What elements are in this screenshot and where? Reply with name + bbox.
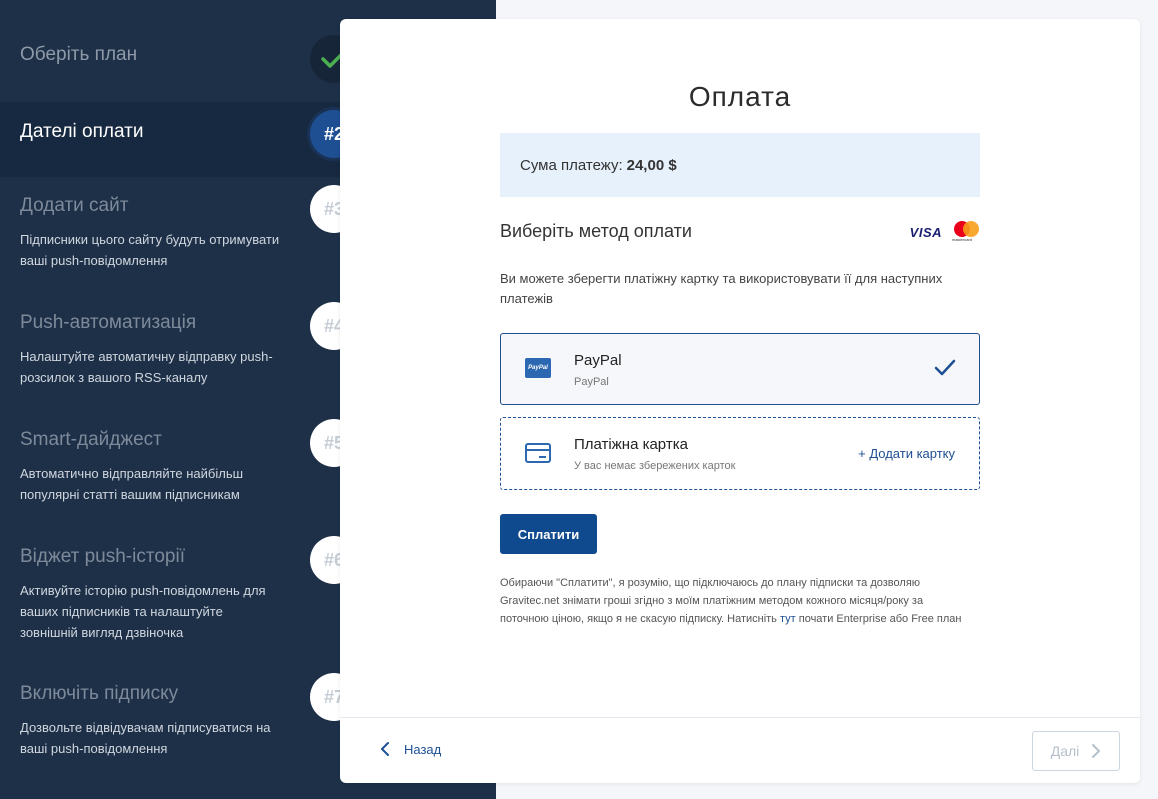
- back-button[interactable]: Назад: [380, 741, 441, 757]
- card-footer: Назад Далі: [340, 717, 1140, 783]
- sidebar-step-payment-details[interactable]: Дателі оплати: [0, 102, 340, 177]
- step-description: Підписники цього сайту будуть отримувати…: [20, 232, 280, 268]
- back-label: Назад: [404, 741, 442, 757]
- step-title: Додати сайт: [20, 195, 129, 216]
- payment-method-header: Виберіть метод оплати VISA mastercard: [500, 221, 980, 245]
- chevron-left-icon: [381, 742, 389, 756]
- payment-method-title: Виберіть метод оплати: [500, 221, 692, 241]
- amount-value: 24,00 $: [626, 156, 677, 174]
- next-label: Далі: [1050, 743, 1080, 759]
- payment-option-card[interactable]: Платіжна картка У вас немає збережених к…: [500, 417, 980, 490]
- next-button[interactable]: Далі: [1032, 731, 1120, 771]
- sidebar-step-push-automation[interactable]: Push-автоматизація Налаштуйте автоматичн…: [0, 294, 340, 411]
- mastercard-logo-icon: mastercard: [952, 221, 980, 243]
- sidebar-step-push-history-widget[interactable]: Віджет push-історії Активуйте історію pu…: [0, 528, 340, 665]
- step-description: Активуйте історію push-повідомлень для в…: [20, 583, 266, 640]
- add-card-link[interactable]: + Додати картку: [858, 446, 955, 461]
- option-subtitle: PayPal: [574, 376, 609, 388]
- step-title: Дателі оплати: [20, 121, 144, 142]
- step-title: Push-автоматизація: [20, 312, 197, 333]
- visa-logo-icon: VISA: [909, 224, 942, 240]
- option-name: PayPal: [574, 352, 622, 369]
- terms-link[interactable]: тут: [780, 613, 796, 625]
- step-title: Оберіть план: [20, 44, 138, 65]
- payment-amount-box: Сума платежу: 24,00 $: [500, 133, 980, 197]
- paypal-icon: PayPal: [525, 358, 551, 378]
- step-description: Дозвольте відвідувачам підписуватися на …: [20, 720, 271, 756]
- page-title: Оплата: [688, 81, 792, 112]
- chevron-right-icon: [1092, 744, 1101, 758]
- mastercard-logo-text: mastercard: [952, 237, 973, 242]
- credit-card-icon: [525, 443, 551, 463]
- step-title: Smart-дайджест: [20, 429, 162, 450]
- pay-button[interactable]: Сплатити: [500, 514, 597, 554]
- step-title: Включіть підписку: [20, 683, 179, 704]
- option-name: Платіжна картка: [574, 436, 688, 453]
- card-logos: VISA mastercard: [910, 221, 980, 243]
- sidebar-step-enable-subscription[interactable]: Включіть підписку Дозвольте відвідувачам…: [0, 665, 340, 782]
- option-subtitle: У вас немає збережених карток: [574, 460, 736, 472]
- selected-check-icon: [934, 359, 956, 376]
- step-title: Віджет push-історії: [20, 546, 185, 567]
- sidebar-step-choose-plan[interactable]: Оберіть план: [0, 0, 340, 102]
- step-description: Налаштуйте автоматичну відправку push-ро…: [20, 349, 273, 385]
- terms-text-after: почати Enterprise або Free план: [795, 613, 962, 625]
- payment-card: Оплата Сума платежу: 24,00 $ Виберіть ме…: [340, 19, 1140, 783]
- payment-option-paypal[interactable]: PayPal PayPal PayPal: [500, 333, 980, 405]
- sidebar-step-smart-digest[interactable]: Smart-дайджест Автоматично відправляйте …: [0, 411, 340, 528]
- step-description: Автоматично відправляйте найбільш популя…: [20, 466, 244, 502]
- save-card-hint: Ви можете зберегти платіжну картку та ви…: [500, 271, 943, 306]
- terms-text: Обираючи "Сплатити", я розумію, що підкл…: [500, 574, 970, 628]
- amount-label: Сума платежу:: [520, 156, 623, 174]
- sidebar-step-add-site[interactable]: Додати сайт Підписники цього сайту будут…: [0, 177, 340, 294]
